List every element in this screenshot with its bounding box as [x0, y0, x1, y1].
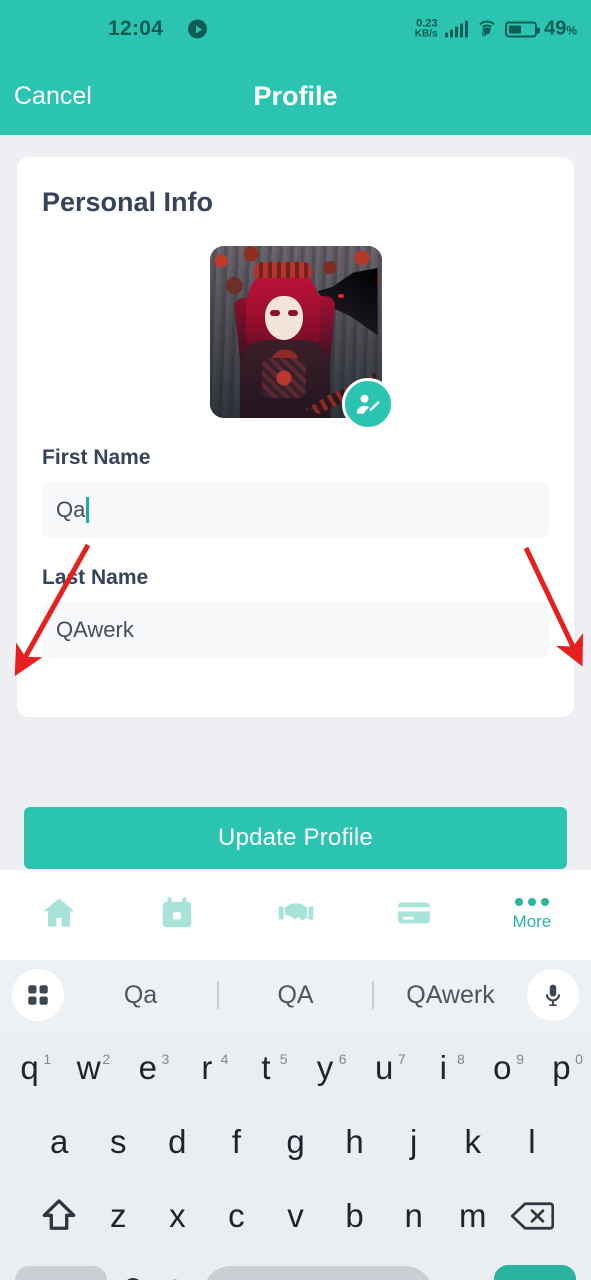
last-name-input[interactable]: QAwerk	[42, 602, 549, 658]
suggestion-item[interactable]: QA	[219, 981, 372, 1010]
text-cursor	[86, 497, 90, 523]
wifi-icon: 6	[475, 20, 498, 38]
key-l[interactable]: l	[502, 1123, 561, 1161]
key-s[interactable]: s	[89, 1123, 148, 1161]
key-n[interactable]: n	[384, 1197, 443, 1235]
period-key[interactable]: .	[443, 1275, 483, 1280]
first-name-value: Qa	[56, 497, 86, 522]
backspace-icon[interactable]	[502, 1199, 561, 1233]
network-speed-unit: KB/s	[414, 28, 438, 40]
software-keyboard: Qa QA QAwerk 1q 2w 3 e 4 r 5 t 6 y 7 u 8…	[0, 960, 591, 1280]
keyboard-row-1: 1q 2w 3e 4r 5t 6y 7u 8i 9o 0p	[0, 1030, 591, 1106]
key-e[interactable]: 3e	[118, 1049, 177, 1087]
battery-icon	[505, 21, 541, 37]
network-speed: 0.23 KB/s	[414, 18, 438, 40]
key-b[interactable]: b	[325, 1197, 384, 1235]
play-circle-icon	[188, 19, 207, 39]
home-icon	[39, 893, 79, 938]
key-v[interactable]: v	[266, 1197, 325, 1235]
apps-grid-icon[interactable]	[12, 969, 64, 1021]
first-name-input[interactable]: Qa	[42, 482, 549, 538]
key-y[interactable]: 6y	[296, 1049, 355, 1087]
phone-screen: 12:04 0.23 KB/s 6 49% Cancel Profile Per…	[0, 0, 591, 1280]
nav-item-deals[interactable]	[236, 893, 354, 938]
nav-item-more[interactable]: More	[473, 898, 591, 932]
emoji-comma-icon[interactable]	[118, 1274, 148, 1280]
credit-card-icon	[395, 894, 433, 937]
handshake-icon	[276, 893, 316, 938]
key-x[interactable]: x	[148, 1197, 207, 1235]
microphone-icon[interactable]	[527, 969, 579, 1021]
nav-item-calendar[interactable]	[118, 894, 236, 937]
keyboard-row-2: a s d f g h j k l	[0, 1106, 591, 1178]
last-name-label: Last Name	[42, 566, 149, 589]
update-profile-button[interactable]: Update Profile	[24, 807, 567, 869]
card-title: Personal Info	[42, 187, 214, 217]
status-indicators: 0.23 KB/s 6 49%	[415, 18, 577, 41]
suggestion-item[interactable]: QAwerk	[374, 981, 527, 1010]
first-name-label: First Name	[42, 446, 151, 469]
nav-item-home[interactable]	[0, 893, 118, 938]
shift-icon[interactable]	[30, 1195, 89, 1237]
key-u[interactable]: 7u	[355, 1049, 414, 1087]
more-dots-icon	[514, 898, 549, 906]
key-c[interactable]: c	[207, 1197, 266, 1235]
symbols-key[interactable]: ?123	[15, 1266, 108, 1280]
avatar-container[interactable]	[209, 246, 394, 430]
calendar-icon	[158, 894, 196, 937]
signal-bars-icon	[444, 20, 469, 38]
nav-item-more-label: More	[512, 912, 552, 931]
status-time: 12:04	[108, 17, 164, 40]
key-h[interactable]: h	[325, 1123, 384, 1161]
key-j[interactable]: j	[384, 1123, 443, 1161]
key-q[interactable]: 1q	[0, 1049, 59, 1087]
key-g[interactable]: g	[266, 1123, 325, 1161]
key-w[interactable]: 2w	[59, 1049, 118, 1087]
key-m[interactable]: m	[443, 1197, 502, 1235]
key-o[interactable]: 9o	[473, 1049, 532, 1087]
key-r[interactable]: 4r	[177, 1049, 236, 1087]
keyboard-row-3: z x c v b n m	[0, 1178, 591, 1254]
suggestion-item[interactable]: Qa	[64, 981, 217, 1010]
space-key[interactable]: QWERTY	[202, 1266, 433, 1280]
key-f[interactable]: f	[207, 1123, 266, 1161]
nav-item-payments[interactable]	[355, 894, 473, 937]
content-area: Personal Info First Name Qa Last Name QA…	[0, 135, 591, 1280]
app-header: Cancel Profile	[0, 58, 591, 135]
key-a[interactable]: a	[30, 1123, 89, 1161]
key-z[interactable]: z	[89, 1197, 148, 1235]
suggestions-list: Qa QA QAwerk	[64, 981, 527, 1010]
personal-info-card: Personal Info First Name Qa Last Name QA…	[17, 157, 574, 717]
bottom-navigation: More	[0, 870, 591, 960]
battery-percent: 49%	[544, 17, 577, 40]
key-k[interactable]: k	[443, 1123, 502, 1161]
key-d[interactable]: d	[148, 1123, 207, 1161]
tab-next-icon[interactable]	[493, 1265, 576, 1280]
edit-avatar-icon[interactable]	[341, 378, 394, 430]
key-i[interactable]: 8i	[414, 1049, 473, 1087]
cancel-button[interactable]: Cancel	[14, 82, 92, 111]
key-t[interactable]: 5t	[236, 1049, 295, 1087]
last-name-value: QAwerk	[56, 617, 134, 642]
key-p[interactable]: 0p	[532, 1049, 591, 1087]
status-bar: 12:04 0.23 KB/s 6 49%	[0, 0, 591, 58]
wifi-generation-badge: 6	[479, 27, 494, 40]
keyboard-row-4: ?123 QWE	[0, 1254, 591, 1280]
keyboard-suggestion-bar: Qa QA QAwerk	[0, 960, 591, 1030]
